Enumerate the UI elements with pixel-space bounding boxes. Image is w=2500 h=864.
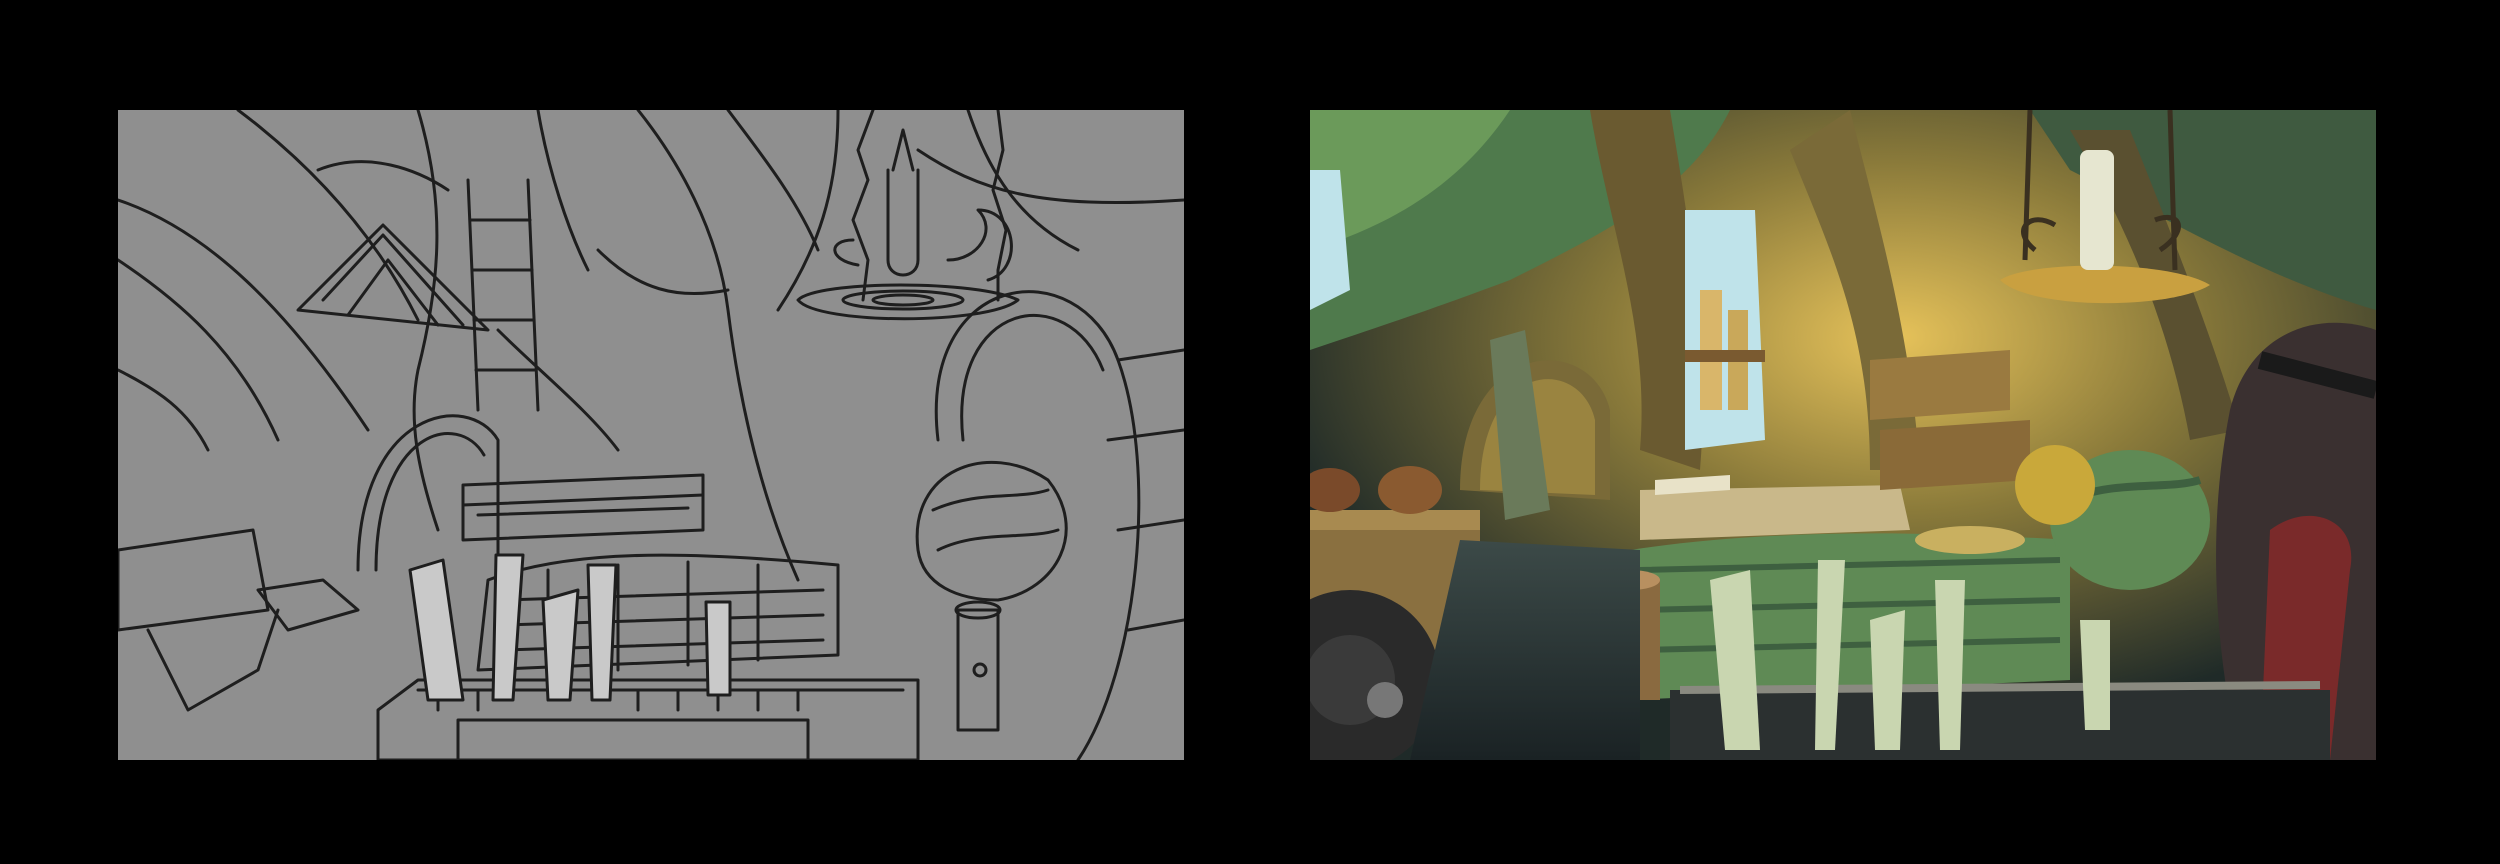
line-art-panel [118, 110, 1184, 760]
line-art-illustration [118, 110, 1184, 760]
color-painting-illustration [1310, 110, 2376, 760]
color-painting-panel [1310, 110, 2376, 760]
